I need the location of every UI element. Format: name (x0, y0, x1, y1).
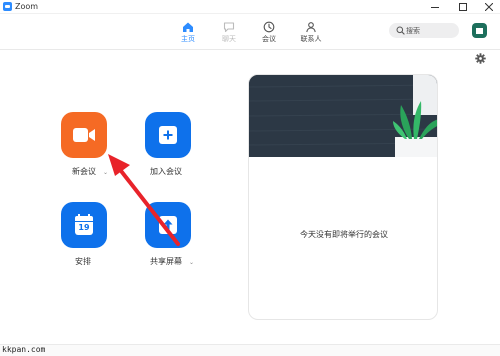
no-meetings-message: 今天没有即将举行的会议 (300, 230, 388, 239)
watermark-text: kkpan.com (2, 345, 46, 354)
card-banner (249, 75, 437, 157)
home-icon (183, 22, 193, 32)
calendar-day: 19 (78, 223, 90, 232)
close-button[interactable] (478, 0, 500, 14)
avatar[interactable] (472, 23, 487, 38)
video-camera-icon (73, 128, 95, 142)
new-meeting-dropdown-chevron-icon[interactable]: ⌄ (103, 169, 108, 177)
schedule-button[interactable]: 19 (61, 202, 107, 248)
zoom-logo-icon (3, 2, 12, 11)
plus-icon (159, 126, 177, 144)
window-title: Zoom (15, 2, 39, 11)
maximize-icon (459, 3, 467, 11)
minimize-button[interactable] (424, 0, 446, 14)
search-icon (396, 26, 405, 35)
share-screen-label: 共享屏幕 (150, 257, 182, 266)
join-meeting-button[interactable] (145, 112, 191, 158)
new-meeting-label: 新会议 (72, 167, 96, 176)
upcoming-meetings-card: 今天没有即将举行的会议 (248, 74, 438, 320)
join-meeting-label: 加入会议 (150, 167, 182, 176)
chat-icon (223, 22, 235, 33)
share-screen-icon (159, 216, 177, 234)
title-bar: Zoom (0, 0, 500, 14)
maximize-button[interactable] (452, 0, 474, 14)
share-screen-button[interactable] (145, 202, 191, 248)
tab-chat[interactable]: 聊天 (207, 17, 251, 47)
top-nav: 主页 聊天 会议 联系人 (0, 14, 500, 50)
schedule-label: 安排 (75, 257, 91, 266)
settings-gear-icon[interactable] (475, 53, 486, 64)
menu-icon (476, 27, 483, 34)
tab-chat-label: 聊天 (222, 35, 236, 43)
tab-contacts-label: 联系人 (300, 35, 322, 43)
tab-home[interactable]: 主页 (166, 17, 210, 47)
minimize-icon (431, 7, 439, 8)
close-icon (485, 3, 493, 11)
tab-meetings[interactable]: 会议 (247, 17, 291, 47)
contacts-icon (306, 22, 316, 33)
tab-home-label: 主页 (181, 35, 195, 43)
search-box[interactable] (389, 23, 459, 38)
share-screen-dropdown-chevron-icon[interactable]: ⌄ (189, 259, 194, 267)
plant-illustration (249, 75, 437, 157)
status-bar (0, 344, 500, 356)
clock-icon (263, 21, 275, 33)
search-input[interactable] (406, 24, 454, 37)
tab-meetings-label: 会议 (262, 35, 276, 43)
new-meeting-button[interactable] (61, 112, 107, 158)
tab-contacts[interactable]: 联系人 (289, 17, 333, 47)
